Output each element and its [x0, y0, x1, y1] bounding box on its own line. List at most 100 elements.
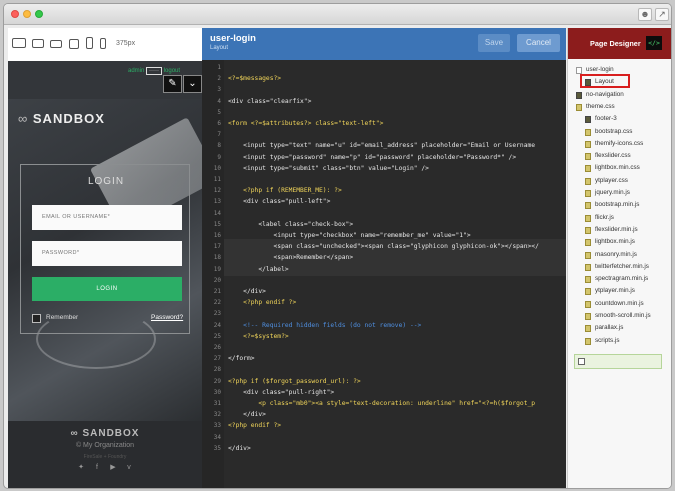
add-icon[interactable] [578, 358, 585, 365]
line-number: 8 [217, 142, 221, 150]
login-button[interactable]: LOGIN [32, 277, 182, 301]
line-number: 16 [213, 232, 221, 239]
js-icon [585, 325, 591, 333]
minimize-window-button[interactable] [23, 10, 31, 18]
save-button[interactable]: Save [478, 34, 510, 52]
css-icon [585, 153, 591, 161]
edit-icon[interactable]: ✎ [163, 75, 182, 93]
code-line: <?php if (REMEMBER_ME): ?> [228, 187, 342, 195]
line-number: 18 [213, 254, 221, 262]
admin-bar: admin ····· logout [128, 67, 180, 75]
code-line: <input type="checkbox" name="remember_me… [228, 232, 471, 239]
js-icon [585, 300, 591, 308]
line-number: 28 [213, 366, 221, 374]
social-links: ✦ f ▶ v [8, 463, 202, 471]
phone-landscape-icon[interactable] [86, 37, 93, 49]
code-line: </label> [228, 265, 289, 273]
code-line: <form <?=$attributes?> class="text-left"… [228, 120, 384, 127]
tree-item[interactable]: jquery.min.js [595, 189, 630, 196]
desktop-icon[interactable] [12, 38, 26, 48]
facebook-icon[interactable]: f [89, 464, 105, 471]
footer-credit[interactable]: FireSale + Foundry [8, 454, 202, 460]
email-field[interactable]: EMAIL OR USERNAME* [32, 205, 182, 230]
code-line: <div class="pull-right"> [228, 388, 335, 396]
preview-footer: ∞ SANDBOX © My Organization FireSale + F… [8, 421, 202, 488]
page-icon [576, 67, 582, 74]
js-icon [585, 263, 591, 271]
laptop-icon[interactable] [32, 39, 44, 48]
fullscreen-icon[interactable]: ↗ [655, 8, 669, 21]
css-icon [585, 128, 591, 136]
tree-item[interactable]: countdown.min.js [595, 300, 644, 307]
forgot-password-link[interactable]: Password? [151, 314, 183, 321]
tree-item[interactable]: themify-icons.css [595, 140, 643, 147]
vimeo-icon[interactable]: v [121, 464, 137, 471]
line-number: 9 [217, 153, 221, 161]
brand-logo[interactable]: ∞ SANDBOX [18, 111, 105, 126]
line-number: 32 [213, 411, 221, 419]
line-number: 7 [217, 131, 221, 139]
logout-link[interactable]: logout [164, 68, 180, 74]
code-line: <div class="clearfix"> [228, 97, 312, 105]
code-line: <!-- Required hidden fields (do not remo… [228, 321, 422, 329]
chevron-down-icon[interactable]: ⌄ [183, 75, 202, 93]
youtube-icon[interactable]: ▶ [105, 463, 121, 471]
designer-title: Page Designer [590, 39, 641, 48]
tablet-landscape-icon[interactable] [50, 40, 62, 48]
tree-item[interactable]: no-navigation [586, 91, 624, 98]
tree-item[interactable]: bootstrap.min.js [595, 201, 639, 208]
line-number: 11 [213, 176, 221, 183]
admin-link[interactable]: admin [128, 68, 144, 74]
twitter-icon[interactable]: ✦ [73, 463, 89, 471]
line-number: 29 [213, 377, 221, 385]
code-line: <label class="check-box"> [228, 220, 354, 228]
tree-item[interactable]: smooth-scroll.min.js [595, 312, 651, 319]
line-number: 13 [213, 198, 221, 206]
code-line: </form> [228, 355, 255, 363]
css-icon [585, 177, 591, 185]
code-line: <span>Remember</span> [228, 254, 354, 262]
tree-item[interactable]: flickr.js [595, 214, 614, 221]
tablet-portrait-icon[interactable] [69, 39, 79, 49]
close-window-button[interactable] [11, 10, 19, 18]
line-number: 4 [217, 97, 221, 105]
line-number: 19 [213, 265, 221, 273]
code-line: <?php endif ?> [228, 422, 282, 430]
tree-item[interactable]: bootstrap.css [595, 128, 632, 135]
phone-portrait-icon[interactable] [100, 38, 106, 49]
user-icon[interactable]: ☻ [638, 8, 652, 21]
zoom-window-button[interactable] [35, 10, 43, 18]
preview-hero: admin ····· logout ✎ ⌄ ∞ SANDBOX LOGIN E… [8, 61, 202, 421]
tree-item[interactable]: user-login [586, 66, 614, 73]
line-number: 3 [217, 86, 221, 94]
tree-item[interactable]: lightbox.min.js [595, 238, 635, 245]
tree-item[interactable]: lightbox.min.css [595, 164, 640, 171]
tree-item[interactable]: theme.css [586, 103, 615, 110]
line-number: 20 [213, 276, 221, 284]
password-field[interactable]: PASSWORD* [32, 241, 182, 266]
line-number: 5 [217, 108, 221, 116]
cancel-button[interactable]: Cancel [517, 34, 560, 52]
tree-item[interactable]: flexslider.min.js [595, 226, 638, 233]
tree-item[interactable]: spectragram.min.js [595, 275, 648, 282]
tree-item[interactable]: parallax.js [595, 324, 623, 331]
tree-item[interactable]: twitterfetcher.min.js [595, 263, 649, 270]
viewport-size-label: 375px [116, 40, 136, 47]
remember-checkbox[interactable] [32, 314, 41, 323]
code-view-icon[interactable]: </> [646, 36, 662, 50]
js-icon [585, 288, 591, 296]
tree-item[interactable]: ytplayer.css [595, 177, 628, 184]
tree-item[interactable]: scripts.js [595, 337, 620, 344]
line-number: 26 [213, 344, 221, 351]
code-line: <?php endif ?> [228, 299, 297, 307]
login-box: LOGIN EMAIL OR USERNAME* PASSWORD* LOGIN… [20, 164, 190, 334]
tree-item[interactable]: masonry.min.js [595, 251, 637, 258]
code-editor: user-login Layout Save Cancel 1234567891… [202, 28, 566, 488]
tree-item[interactable]: ytplayer.min.js [595, 287, 635, 294]
tree-item[interactable]: flexslider.css [595, 152, 631, 159]
css-icon [585, 165, 591, 173]
line-number: 25 [213, 332, 221, 340]
app-window: ☻ ↗ 375px admin ····· logout ✎ ⌄ ∞ SANDB… [3, 3, 672, 489]
tree-item[interactable]: footer-3 [595, 115, 617, 122]
drop-zone[interactable] [574, 354, 662, 369]
